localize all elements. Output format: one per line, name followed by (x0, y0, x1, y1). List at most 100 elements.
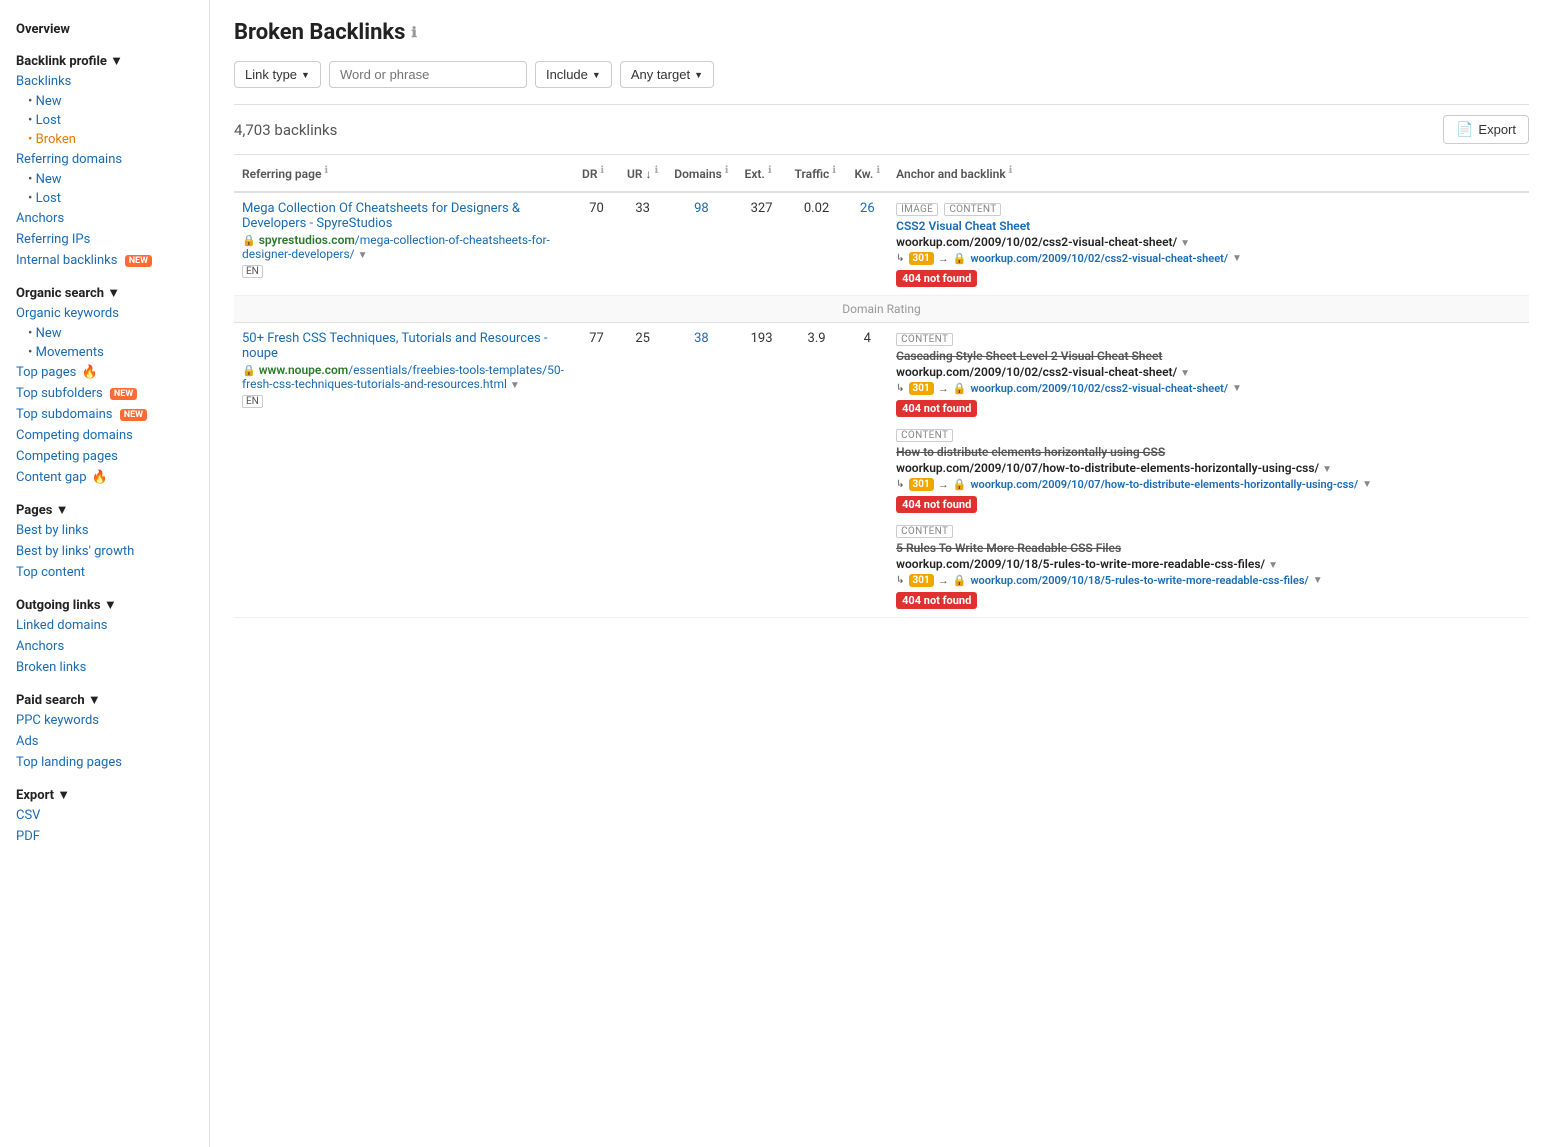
expand-icon-3[interactable]: ▼ (510, 380, 520, 391)
redirect-url-3[interactable]: woorkup.com/2009/10/07/how-to-distribute… (970, 478, 1358, 491)
th-referring-page[interactable]: Referring page ℹ (234, 155, 574, 192)
anchor-link-3[interactable]: How to distribute elements horizontally … (896, 445, 1521, 459)
anchor-link-4[interactable]: 5 Rules To Write More Readable CSS Files (896, 541, 1521, 555)
referring-page-cell: Mega Collection Of Cheatsheets for Desig… (234, 192, 574, 296)
sidebar-item-top-landing-pages[interactable]: Top landing pages (0, 752, 209, 773)
sidebar-item-internal-backlinks[interactable]: Internal backlinks NEW (0, 250, 209, 271)
expand-icon-8[interactable]: ▼ (1268, 560, 1278, 571)
expand-icon[interactable]: ▼ (1180, 238, 1190, 249)
extra-backlink-2: CONTENT 5 Rules To Write More Readable C… (896, 523, 1521, 609)
sidebar-item-best-by-links-growth[interactable]: Best by links' growth (0, 541, 209, 562)
backlink-url-3: woorkup.com/2009/10/07/how-to-distribute… (896, 461, 1521, 475)
domain-name: spyrestudios.com (259, 233, 355, 247)
expand-icon-6[interactable]: ▼ (1322, 464, 1332, 475)
sidebar-organic-search[interactable]: Organic search ▼ (0, 279, 209, 303)
sidebar-item-ppc-keywords[interactable]: PPC keywords (0, 710, 209, 731)
sidebar-item-best-by-links[interactable]: Best by links (0, 520, 209, 541)
sidebar-item-top-pages[interactable]: Top pages 🔥 (0, 362, 209, 383)
include-button[interactable]: Include ▼ (535, 61, 612, 88)
sidebar-item-content-gap[interactable]: Content gap 🔥 (0, 467, 209, 488)
sidebar-pages[interactable]: Pages ▼ (0, 496, 209, 520)
word-or-phrase-input[interactable] (329, 61, 527, 88)
sidebar-item-pdf[interactable]: PDF (0, 826, 209, 847)
sidebar-item-backlinks[interactable]: Backlinks (0, 71, 209, 92)
sidebar-item-competing-domains[interactable]: Competing domains (0, 425, 209, 446)
lock-icon-4: 🔒 (953, 382, 967, 395)
sidebar-item-organic-keywords[interactable]: Organic keywords (0, 303, 209, 324)
export-label: Export (1478, 122, 1516, 137)
th-ext[interactable]: Ext. ℹ (737, 155, 787, 192)
expand-icon-4[interactable]: ▼ (1180, 368, 1190, 379)
expand-icon[interactable]: ▼ (358, 250, 368, 261)
kw-cell[interactable]: 26 (847, 192, 889, 296)
sidebar-item-csv[interactable]: CSV (0, 805, 209, 826)
sidebar-subitem-ok-movements[interactable]: Movements (0, 343, 209, 362)
referring-domain-2: 🔒 www.noupe.com/essentials/freebies-tool… (242, 363, 566, 391)
anchor-cell: IMAGE CONTENT CSS2 Visual Cheat Sheet wo… (888, 192, 1529, 296)
expand-icon-5[interactable]: ▼ (1232, 383, 1242, 394)
domains-cell-2[interactable]: 38 (666, 323, 736, 618)
kw-cell-2: 4 (847, 323, 889, 618)
anchor-link[interactable]: CSS2 Visual Cheat Sheet (896, 219, 1521, 233)
tag-badges-2: CONTENT (896, 331, 1521, 349)
sidebar-item-top-subdomains[interactable]: Top subdomains NEW (0, 404, 209, 425)
redirect-url-4[interactable]: woorkup.com/2009/10/18/5-rules-to-write-… (970, 574, 1308, 587)
sidebar-outgoing-links[interactable]: Outgoing links ▼ (0, 591, 209, 615)
export-icon: 📄 (1456, 121, 1473, 138)
lock-icon-5: 🔒 (953, 478, 967, 491)
sidebar-export[interactable]: Export ▼ (0, 781, 209, 805)
sidebar-subitem-rd-new[interactable]: New (0, 170, 209, 189)
sidebar-item-anchors-out[interactable]: Anchors (0, 636, 209, 657)
anchor-link-2[interactable]: Cascading Style Sheet Level 2 Visual Che… (896, 349, 1521, 363)
sidebar-subitem-backlinks-broken[interactable]: Broken (0, 130, 209, 149)
backlink-url-2: woorkup.com/2009/10/02/css2-visual-cheat… (896, 365, 1521, 379)
any-target-button[interactable]: Any target ▼ (620, 61, 714, 88)
sidebar-subitem-ok-new[interactable]: New (0, 324, 209, 343)
backlink-url-4: woorkup.com/2009/10/18/5-rules-to-write-… (896, 557, 1521, 571)
link-type-button[interactable]: Link type ▼ (234, 61, 321, 88)
expand-icon-2[interactable]: ▼ (1232, 253, 1242, 264)
redirect-url[interactable]: woorkup.com/2009/10/02/css2-visual-cheat… (970, 252, 1228, 265)
lock-icon: 🔒 (242, 234, 256, 247)
dr-cell-2: 77 (574, 323, 619, 618)
sidebar-item-referring-domains[interactable]: Referring domains (0, 149, 209, 170)
new-badge: NEW (125, 255, 152, 267)
tag-content-4: CONTENT (896, 525, 953, 538)
sidebar-item-competing-pages[interactable]: Competing pages (0, 446, 209, 467)
th-kw[interactable]: Kw. ℹ (847, 155, 889, 192)
th-dr[interactable]: DR ℹ (574, 155, 619, 192)
sidebar-item-ads[interactable]: Ads (0, 731, 209, 752)
sidebar-item-broken-links[interactable]: Broken links (0, 657, 209, 678)
referring-page-link[interactable]: Mega Collection Of Cheatsheets for Desig… (242, 201, 566, 231)
th-traffic[interactable]: Traffic ℹ (787, 155, 847, 192)
th-ur[interactable]: UR ↓ ℹ (619, 155, 666, 192)
sidebar-backlink-profile[interactable]: Backlink profile ▼ (0, 47, 209, 71)
expand-icon-7[interactable]: ▼ (1362, 479, 1372, 490)
sidebar-subitem-backlinks-lost[interactable]: Lost (0, 111, 209, 130)
redirect-url-2[interactable]: woorkup.com/2009/10/02/css2-visual-cheat… (970, 382, 1228, 395)
sidebar-item-anchors[interactable]: Anchors (0, 208, 209, 229)
th-anchor[interactable]: Anchor and backlink ℹ (888, 155, 1529, 192)
sidebar-item-linked-domains[interactable]: Linked domains (0, 615, 209, 636)
referring-page-cell-2: 50+ Fresh CSS Techniques, Tutorials and … (234, 323, 574, 618)
anchor-cell-2: CONTENT Cascading Style Sheet Level 2 Vi… (888, 323, 1529, 618)
sidebar-item-referring-ips[interactable]: Referring IPs (0, 229, 209, 250)
sidebar-subitem-rd-lost[interactable]: Lost (0, 189, 209, 208)
new-badge-subdomains: NEW (120, 409, 147, 421)
redirect-row: ↳ 301 → 🔒 woorkup.com/2009/10/02/css2-vi… (896, 252, 1521, 265)
expand-icon-9[interactable]: ▼ (1313, 575, 1323, 586)
sidebar-overview[interactable]: Overview (0, 16, 209, 39)
badge-301: 301 (909, 252, 934, 265)
referring-page-link-2[interactable]: 50+ Fresh CSS Techniques, Tutorials and … (242, 331, 566, 361)
export-button[interactable]: 📄 Export (1443, 115, 1529, 144)
sidebar-item-top-content[interactable]: Top content (0, 562, 209, 583)
table-row: Mega Collection Of Cheatsheets for Desig… (234, 192, 1529, 296)
sidebar-paid-search[interactable]: Paid search ▼ (0, 686, 209, 710)
sidebar-item-top-subfolders[interactable]: Top subfolders NEW (0, 383, 209, 404)
info-icon[interactable]: ℹ (411, 25, 416, 41)
th-domains[interactable]: Domains ℹ (666, 155, 736, 192)
dr-tooltip-row: Domain Rating (234, 296, 1529, 323)
domains-cell[interactable]: 98 (666, 192, 736, 296)
any-target-label: Any target (631, 67, 690, 82)
sidebar-subitem-backlinks-new[interactable]: New (0, 92, 209, 111)
